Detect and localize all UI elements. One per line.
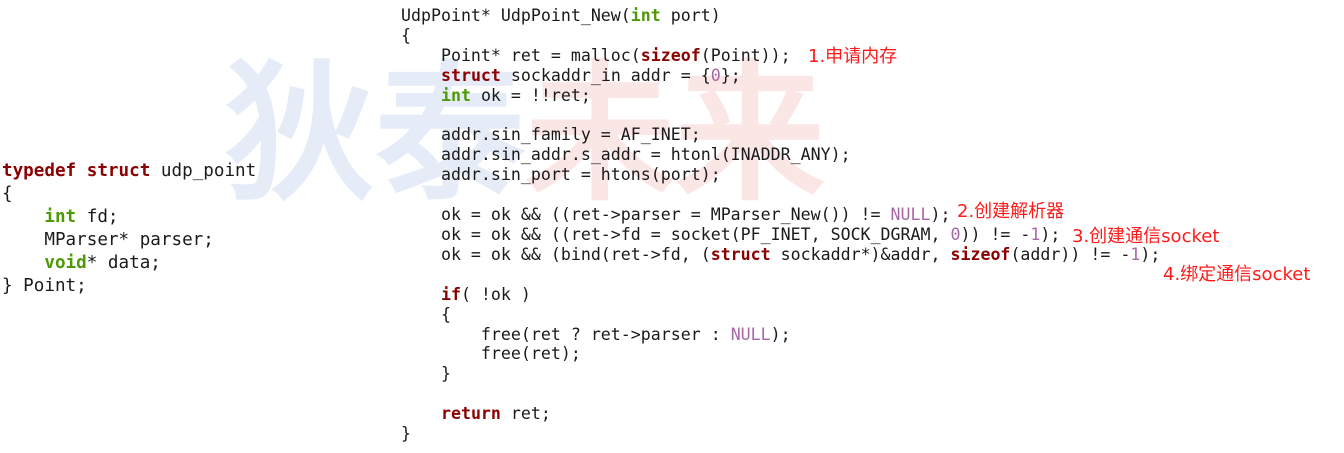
- code-text: (Point));: [700, 45, 791, 65]
- code-text: {: [2, 184, 13, 204]
- code-text: MParser* parser;: [2, 230, 214, 250]
- code-line: MParser* parser;: [2, 229, 256, 252]
- code-line: addr.sin_family = AF_INET;: [401, 125, 1160, 145]
- code-line: struct sockaddr_in addr = {0};: [401, 66, 1160, 86]
- code-text: } Point;: [2, 276, 87, 296]
- code-literal: 1: [1030, 224, 1041, 244]
- code-keyword: return: [440, 404, 501, 424]
- code-line: }: [401, 364, 1160, 384]
- code-text: addr.sin_family = AF_INET;: [401, 125, 701, 145]
- code-keyword: struct: [86, 161, 151, 181]
- code-line: int fd;: [2, 206, 256, 229]
- code-text: ok = ok && (bind(ret->fd, (: [401, 244, 711, 264]
- code-block-struct: typedef struct udp_point{ int fd; MParse…: [2, 160, 256, 298]
- code-text: );: [1140, 244, 1161, 264]
- code-literal: NULL: [890, 205, 931, 225]
- code-keyword: sizeof: [950, 244, 1011, 264]
- code-text: sockaddr_in addr = {: [500, 65, 711, 85]
- code-line: {: [401, 305, 1160, 325]
- code-line: return ret;: [401, 404, 1160, 424]
- code-text: free(ret);: [401, 344, 581, 364]
- code-line: void* data;: [2, 252, 256, 275]
- code-text: port): [660, 6, 721, 25]
- code-literal: NULL: [730, 324, 771, 344]
- code-line: ok = ok && (bind(ret->fd, (struct sockad…: [401, 245, 1160, 265]
- code-text: addr.sin_port = htons(port);: [401, 165, 721, 185]
- code-line: {: [401, 26, 1160, 46]
- code-text: )) != -: [960, 224, 1031, 244]
- code-text: ok = ok && ((ret->parser = MParser_New()…: [401, 205, 891, 225]
- code-block-function: UdpPoint* UdpPoint_New(int port){ Point*…: [401, 6, 1160, 444]
- code-line: free(ret ? ret->parser : NULL);: [401, 325, 1160, 345]
- code-type: int: [440, 85, 471, 105]
- code-type: void: [44, 253, 87, 273]
- code-keyword: typedef: [2, 161, 77, 181]
- code-type: int: [630, 6, 661, 25]
- code-text: }: [401, 424, 411, 444]
- code-text: * data;: [86, 253, 161, 273]
- code-line: } Point;: [2, 275, 256, 298]
- code-line: int ok = !!ret;: [401, 86, 1160, 106]
- code-text: ok = ok && ((ret->fd = socket(PF_INET, S…: [401, 224, 951, 244]
- code-literal: 1: [1130, 244, 1141, 264]
- annotation-bind-socket: 4.绑定通信socket: [1163, 264, 1311, 285]
- code-keyword: struct: [710, 244, 771, 264]
- code-keyword: sizeof: [640, 45, 701, 65]
- code-line: typedef struct udp_point: [2, 160, 256, 183]
- code-literal: 0: [950, 224, 961, 244]
- code-text: };: [720, 65, 741, 85]
- code-text: {: [401, 25, 411, 45]
- code-text: ( !ok ): [460, 284, 531, 304]
- code-text: {: [401, 304, 451, 324]
- code-text: fd;: [76, 207, 119, 227]
- code-text: }: [401, 364, 451, 384]
- code-line: {: [2, 183, 256, 206]
- code-keyword: struct: [440, 65, 501, 85]
- code-text: free(ret ? ret->parser :: [401, 324, 731, 344]
- code-text: ok = !!ret;: [470, 85, 591, 105]
- code-line: addr.sin_port = htons(port);: [401, 165, 1160, 185]
- code-line: addr.sin_addr.s_addr = htonl(INADDR_ANY)…: [401, 145, 1160, 165]
- code-text: sockaddr*)&addr,: [770, 244, 951, 264]
- code-line: ok = ok && ((ret->fd = socket(PF_INET, S…: [401, 225, 1160, 245]
- annotation-create-socket: 3.创建通信socket: [1072, 226, 1220, 247]
- code-text: Point* ret = malloc(: [401, 45, 641, 65]
- code-text: addr.sin_addr.s_addr = htonl(INADDR_ANY)…: [401, 145, 851, 165]
- code-line: }: [401, 424, 1160, 444]
- annotation-alloc-memory: 1.申请内存: [808, 46, 898, 67]
- code-line: Point* ret = malloc(sizeof(Point));: [401, 46, 1160, 66]
- code-text: );: [1040, 224, 1061, 244]
- code-keyword: if: [440, 284, 461, 304]
- code-text: );: [770, 324, 791, 344]
- code-text: ret;: [500, 404, 551, 424]
- code-line: free(ret);: [401, 344, 1160, 364]
- code-line: UdpPoint* UdpPoint_New(int port): [401, 6, 1160, 26]
- code-text: udp_point: [150, 161, 257, 181]
- code-text: UdpPoint* UdpPoint_New(: [401, 6, 631, 25]
- code-text: );: [930, 205, 951, 225]
- annotation-create-parser: 2.创建解析器: [957, 201, 1065, 222]
- code-line: if( !ok ): [401, 285, 1160, 305]
- code-text: (addr)) != -: [1010, 244, 1131, 264]
- code-type: int: [44, 207, 77, 227]
- code-literal: 0: [710, 65, 721, 85]
